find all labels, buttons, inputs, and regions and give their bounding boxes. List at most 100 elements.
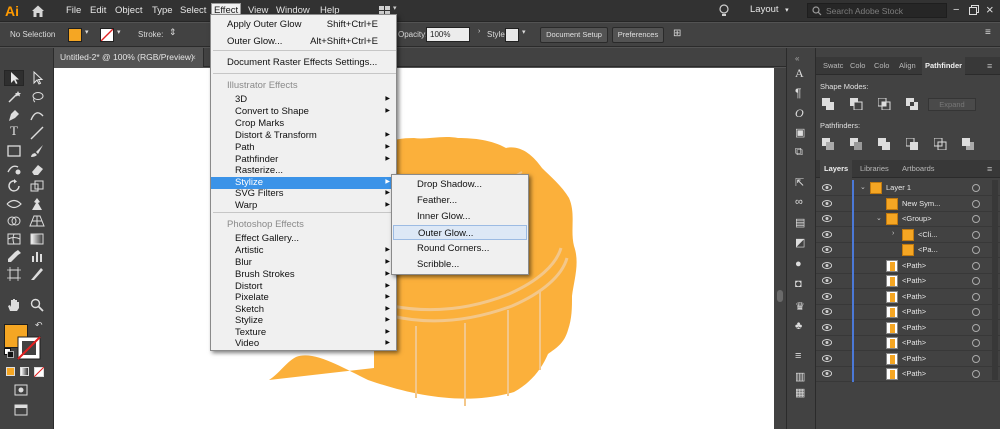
transform-panel-icon[interactable]: ⧉ (795, 146, 809, 160)
menu-item-document-raster-effects-settings[interactable]: Document Raster Effects Settings... (211, 57, 396, 69)
arrange-icon[interactable]: ⊞ (673, 28, 681, 39)
menu-select[interactable]: Select (178, 4, 208, 19)
document-setup-button[interactable]: Document Setup (540, 27, 608, 43)
tab-libraries[interactable]: Libraries (856, 160, 893, 178)
visibility-eye-icon[interactable] (822, 277, 832, 284)
paintbrush-tool-icon[interactable] (29, 144, 45, 158)
perspective-grid-tool-icon[interactable] (29, 214, 45, 228)
outline-icon[interactable] (934, 138, 947, 150)
chevron-down-icon[interactable]: ⌄ (860, 183, 866, 191)
tab-artboards[interactable]: Artboards (898, 160, 939, 178)
target-circle-icon[interactable] (972, 370, 980, 378)
stroke-panel-icon[interactable]: ≡ (795, 350, 809, 364)
transparency-panel-icon[interactable]: ▣ (795, 126, 809, 140)
swatches-panel-icon[interactable]: ▦ (795, 386, 809, 400)
selection-tool-icon[interactable] (6, 71, 22, 85)
menu-item-pathfinder[interactable]: Pathfinder ▶ (211, 154, 396, 166)
target-circle-icon[interactable] (972, 323, 980, 332)
visibility-eye-icon[interactable] (822, 184, 832, 191)
menu-object[interactable]: Object (113, 4, 144, 19)
rotate-tool-icon[interactable] (6, 179, 22, 193)
chevron-down-icon[interactable]: ▾ (85, 28, 89, 36)
menu-item-3d[interactable]: 3D ▶ (211, 94, 396, 106)
lasso-tool-icon[interactable] (29, 90, 45, 104)
shape-builder-tool-icon[interactable] (6, 214, 22, 228)
tab-swatches[interactable]: Swatc (820, 57, 846, 75)
chevron-right-icon[interactable]: › (478, 28, 480, 35)
menu-item-convert-to-shape[interactable]: Convert to Shape ▶ (211, 106, 396, 118)
target-circle-icon[interactable] (972, 354, 980, 363)
gradient-mode-button[interactable] (20, 367, 29, 376)
layer-row[interactable]: <Path> (816, 257, 1000, 274)
exclude-icon[interactable] (906, 98, 919, 110)
tab-pathfinder[interactable]: Pathfinder (922, 57, 966, 75)
scale-tool-icon[interactable] (29, 179, 45, 193)
tab-color[interactable]: Colo (847, 57, 868, 75)
panel-menu-icon[interactable]: ≡ (984, 57, 995, 75)
target-circle-icon[interactable] (972, 246, 980, 254)
menu-type[interactable]: Type (150, 4, 175, 19)
submenu-item-feather[interactable]: Feather... (393, 193, 527, 208)
menu-file[interactable]: File (64, 4, 83, 19)
menu-edit[interactable]: Edit (88, 4, 108, 19)
chevron-down-icon[interactable]: ⌄ (876, 214, 882, 222)
menu-item-texture[interactable]: Texture ▶ (211, 327, 396, 339)
submenu-item-outer-glow[interactable]: Outer Glow... (393, 225, 527, 240)
layer-row[interactable]: <Path> (816, 350, 1000, 367)
pen-tool-icon[interactable] (6, 108, 22, 122)
graph-tool-icon[interactable] (29, 249, 45, 263)
target-circle-icon[interactable] (972, 184, 980, 192)
visibility-eye-icon[interactable] (822, 246, 832, 253)
gradient-panel-icon[interactable]: ▥ (795, 370, 809, 384)
type-tool-icon[interactable]: T (10, 123, 26, 138)
workspace-switcher[interactable]: Layout ▾ (750, 4, 789, 15)
layer-row[interactable]: New Sym... (816, 195, 1000, 212)
graphic-styles-panel-icon[interactable]: ◘ (795, 278, 809, 292)
graphic-style-swatch[interactable] (505, 28, 519, 42)
submenu-item-round-corners[interactable]: Round Corners... (393, 241, 527, 256)
draw-mode-icon[interactable] (14, 384, 28, 396)
properties-panel-icon[interactable]: ▤ (795, 216, 809, 230)
magic-wand-tool-icon[interactable] (6, 90, 22, 104)
submenu-item-inner-glow[interactable]: Inner Glow... (393, 209, 527, 224)
preferences-button[interactable]: Preferences (612, 27, 664, 43)
shaper-tool-icon[interactable] (6, 162, 22, 176)
layer-row[interactable]: ⌄ Layer 1 (816, 180, 1000, 196)
rectangle-tool-icon[interactable] (6, 144, 22, 158)
brushes-panel-icon[interactable]: ♣ (795, 320, 809, 334)
layer-row[interactable]: <Path> (816, 304, 1000, 320)
scrollbar-thumb[interactable] (777, 290, 783, 302)
visibility-eye-icon[interactable] (822, 323, 832, 331)
menu-item-blur[interactable]: Blur ▶ (211, 257, 396, 269)
layer-row[interactable]: <Path> (816, 366, 1000, 382)
merge-icon[interactable] (878, 138, 891, 150)
stroke-stepper-icon[interactable]: ⇕ (169, 27, 177, 38)
screen-mode-icon[interactable] (14, 404, 28, 416)
paragraph-panel-icon[interactable]: ¶ (795, 86, 809, 100)
close-tab-icon[interactable]: × (191, 48, 196, 67)
menu-item-video[interactable]: Video ▶ (211, 338, 396, 350)
visibility-eye-icon[interactable] (822, 230, 832, 238)
eyedropper-tool-icon[interactable] (6, 249, 22, 263)
visibility-eye-icon[interactable] (822, 292, 832, 300)
visibility-eye-icon[interactable] (822, 370, 832, 377)
menu-item-artistic[interactable]: Artistic ▶ (211, 245, 396, 257)
menu-item-outer-glow[interactable]: Outer Glow... Alt+Shift+Ctrl+E (211, 36, 396, 48)
layer-row[interactable]: <Path> (816, 273, 1000, 289)
hand-tool-icon[interactable] (6, 298, 22, 312)
layer-row[interactable]: <Path> (816, 335, 1000, 351)
layer-row[interactable]: <Path> (816, 319, 1000, 336)
mesh-tool-icon[interactable] (6, 232, 22, 246)
trim-icon[interactable] (850, 138, 863, 150)
target-circle-icon[interactable] (972, 292, 980, 301)
target-circle-icon[interactable] (972, 339, 980, 347)
tab-color-guide[interactable]: Colo (871, 57, 892, 75)
width-tool-icon[interactable] (6, 197, 22, 211)
target-circle-icon[interactable] (972, 230, 980, 239)
menu-item-brush-strokes[interactable]: Brush Strokes ▶ (211, 269, 396, 281)
submenu-item-drop-shadow[interactable]: Drop Shadow... (393, 177, 527, 192)
zoom-tool-icon[interactable] (29, 298, 45, 312)
swap-colors-icon[interactable]: ↶ (35, 320, 43, 331)
crop-icon[interactable] (906, 138, 919, 150)
stroke-none-swatch[interactable] (100, 28, 114, 42)
